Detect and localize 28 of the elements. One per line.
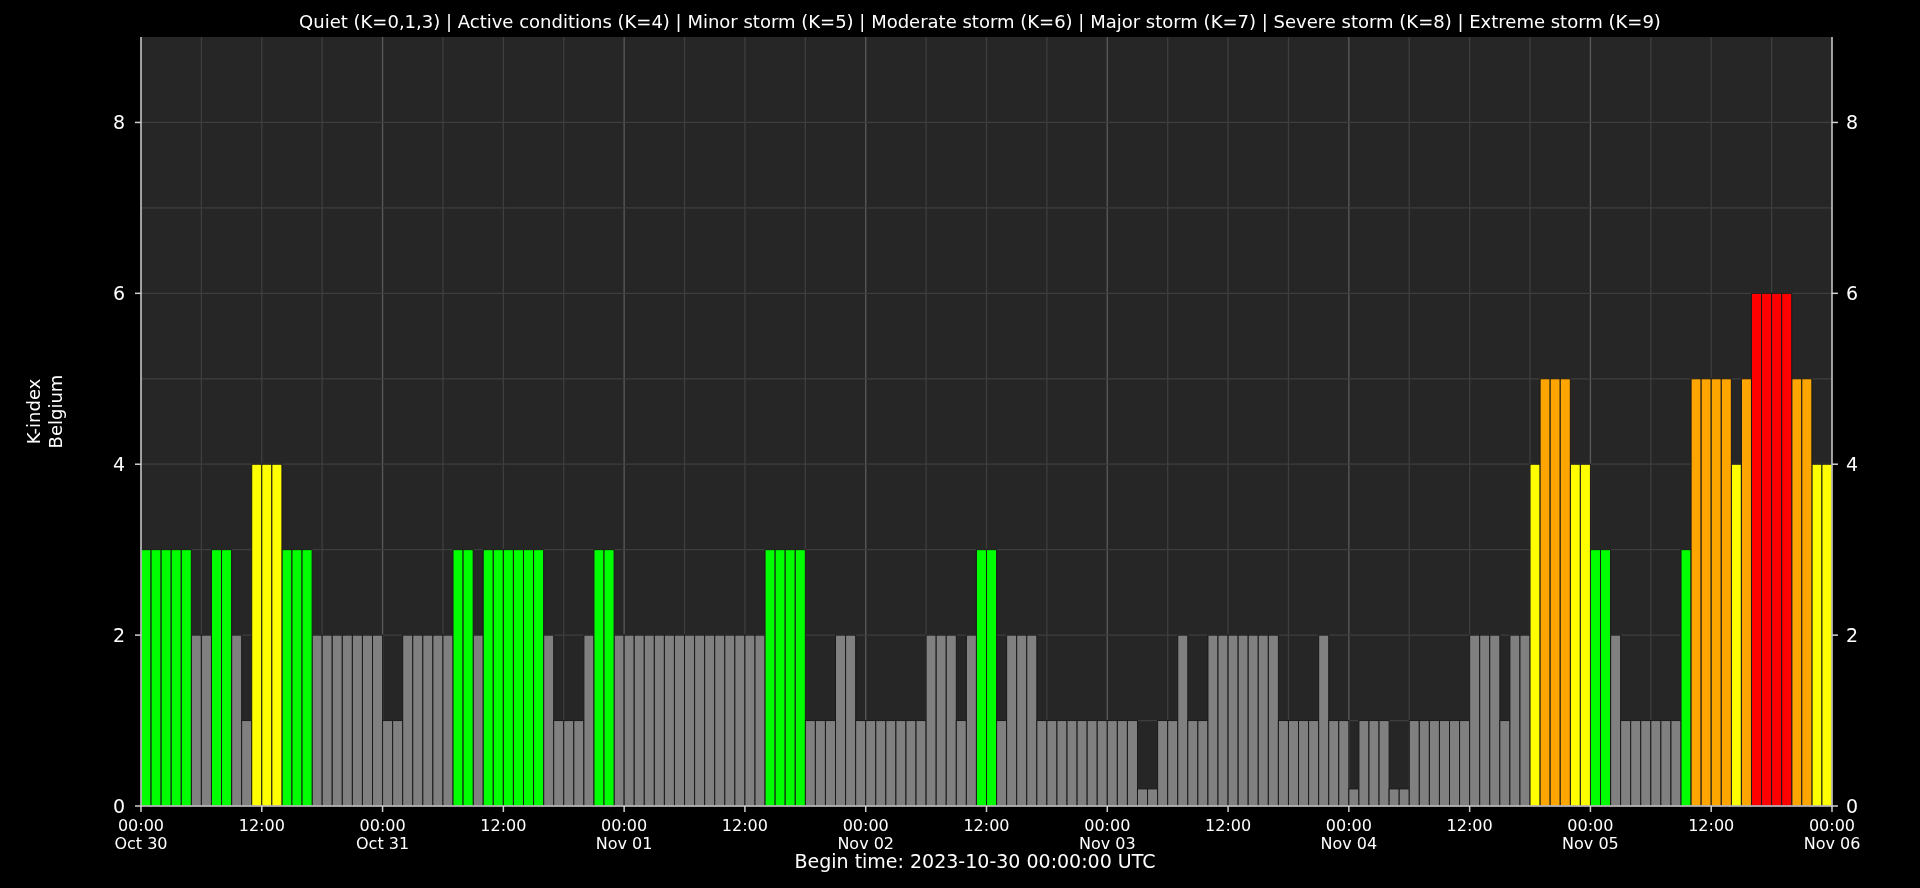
tick-label: 00:00 Oct 31 (356, 816, 410, 850)
tick-label: 4 (1846, 453, 1859, 476)
tick-label: 12:00 (1688, 816, 1735, 835)
axis-label: K-index Belgium (23, 374, 66, 449)
chart-title: Quiet (K=0,1,3) | Active conditions (K=4) | Minor storm (K=5) | Moderate storm (K=6) | Major storm (K=7) | Severe storm (K=8) | Extreme storm (K=9) (299, 11, 1661, 32)
tick-label: 12:00 (480, 816, 527, 835)
tick-label: 6 (112, 282, 125, 305)
tick-label: 00:00 Nov 06 (1803, 816, 1861, 850)
tick-label: 8 (1846, 111, 1859, 134)
tick-label: 00:00 Nov 01 (595, 816, 653, 850)
tick-label: 12:00 (1446, 816, 1493, 835)
tick-label: 00:00 Nov 03 (1078, 816, 1136, 850)
tick-label: 12:00 (721, 816, 768, 835)
tick-label: 00:00 Nov 05 (1562, 816, 1619, 850)
tick-label: 4 (112, 453, 125, 476)
tick-label: 12:00 (1205, 816, 1252, 835)
tick-label: 8 (112, 111, 125, 134)
tick-label: 12:00 (238, 816, 285, 835)
tick-label: 0 (112, 795, 125, 817)
tick-label: 00:00 Nov 02 (837, 816, 895, 850)
tick-label: 2 (1846, 624, 1859, 647)
tick-label: 12:00 (963, 816, 1010, 835)
tick-label: 6 (1846, 282, 1859, 305)
tick-label: 0 (1846, 795, 1859, 817)
tick-label: 00:00 Oct 30 (114, 816, 168, 850)
tick-label: 2 (112, 624, 125, 647)
axis-label: Begin time: 2023-10-30 00:00:00 UTC (794, 850, 1156, 872)
tick-label: 00:00 Nov 04 (1320, 816, 1378, 850)
